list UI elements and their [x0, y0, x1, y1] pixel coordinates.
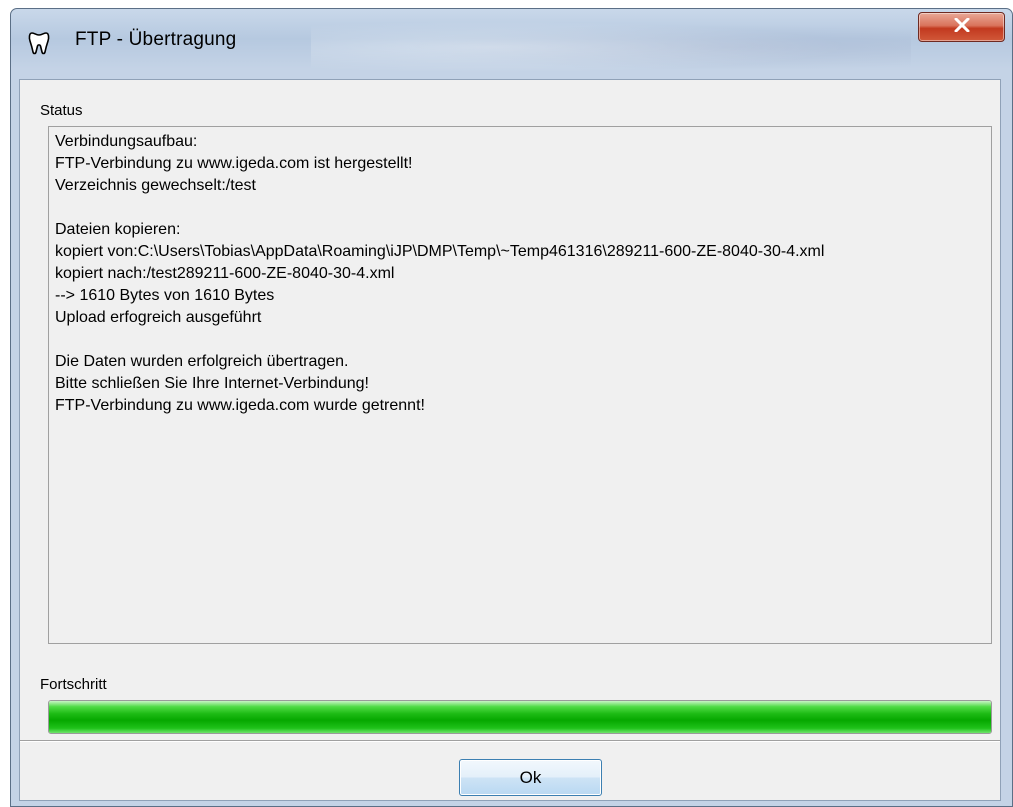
- status-log[interactable]: Verbindungsaufbau: FTP-Verbindung zu www.…: [48, 126, 992, 644]
- status-line: kopiert nach:/test289211-600-ZE-8040-30-…: [55, 265, 395, 282]
- status-line: [55, 197, 987, 219]
- title-bar-background: [311, 17, 911, 77]
- tooth-icon: [28, 31, 50, 55]
- window-title: FTP - Übertragung: [75, 29, 237, 50]
- close-icon: [954, 17, 970, 37]
- status-line: [55, 329, 987, 351]
- separator: [20, 740, 1000, 742]
- status-line: kopiert von:C:\Users\Tobias\AppData\Roam…: [55, 243, 825, 260]
- progress-label: Fortschritt: [40, 676, 107, 693]
- status-line: Dateien kopieren:: [55, 221, 181, 238]
- progress-bar: [48, 700, 992, 734]
- status-line: Verbindungsaufbau:: [55, 133, 198, 150]
- dialog-client-area: Status Verbindungsaufbau: FTP-Verbindung …: [19, 79, 1001, 801]
- title-bar[interactable]: FTP - Übertragung: [11, 9, 1012, 79]
- status-line: FTP-Verbindung zu www.igeda.com ist herg…: [55, 155, 413, 172]
- status-line: --> 1610 Bytes von 1610 Bytes: [55, 287, 275, 304]
- close-button[interactable]: [918, 12, 1005, 42]
- status-label: Status: [40, 102, 83, 119]
- status-line: Die Daten wurden erfolgreich übertragen.: [55, 353, 349, 370]
- progress-bar-fill: [49, 701, 991, 733]
- status-line: Upload erfogreich ausgeführt: [55, 309, 262, 326]
- status-line: FTP-Verbindung zu www.igeda.com wurde ge…: [55, 397, 425, 414]
- ok-button[interactable]: Ok: [459, 759, 602, 796]
- status-line: Bitte schließen Sie Ihre Internet-Verbin…: [55, 375, 369, 392]
- ftp-transfer-dialog: FTP - Übertragung Status Verbindungsaufb…: [10, 8, 1013, 807]
- status-line: Verzeichnis gewechselt:/test: [55, 177, 256, 194]
